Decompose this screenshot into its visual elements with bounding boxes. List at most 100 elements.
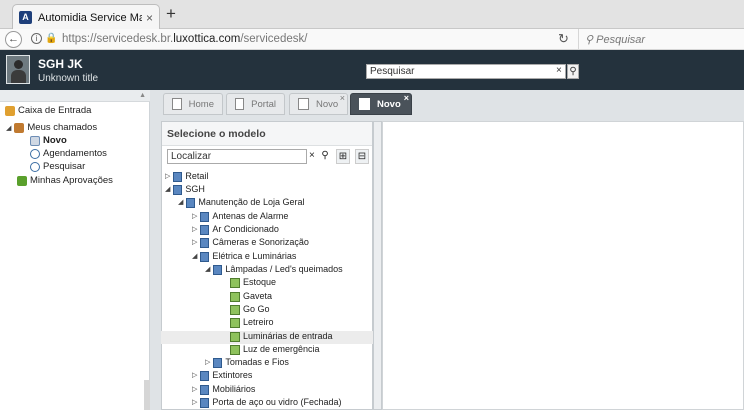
close-tab-icon[interactable]: × [340, 93, 345, 103]
user-icon [14, 122, 25, 133]
tree-node[interactable]: ▷ Antenas de Alarme [192, 210, 288, 223]
collapse-icon[interactable]: ◢ [178, 196, 183, 209]
folder-icon [200, 384, 210, 395]
tree-node[interactable]: ▷ Tomadas e Fios [205, 356, 289, 369]
url-prefix: https://servicedesk.br. [62, 33, 174, 45]
tree-node[interactable]: ◢ Manutenção de Loja Geral [178, 196, 304, 209]
expand-icon[interactable]: ▷ [192, 236, 197, 249]
sidebar-item-my-calls[interactable]: ◢ Meus chamados [6, 122, 97, 133]
template-icon [230, 344, 240, 355]
tree-node-label: Estoque [243, 277, 277, 287]
sidebar-item-search[interactable]: Pesquisar [30, 161, 85, 172]
document-icon [30, 135, 40, 146]
close-tab-icon[interactable]: × [404, 93, 409, 103]
expand-icon[interactable]: ▷ [192, 383, 197, 396]
tree-node[interactable]: ◢ Lâmpadas / Led's queimados [205, 263, 343, 276]
find-input[interactable]: Localizar [167, 149, 307, 164]
avatar[interactable] [6, 55, 30, 84]
folder-icon [213, 357, 223, 368]
collapse-icon[interactable]: ▲ [139, 92, 146, 99]
tab-novo-active[interactable]: Novo × [350, 93, 412, 115]
tree-node-label: Câmeras e Sonorização [212, 237, 309, 247]
tree-node-label: Go Go [243, 304, 270, 314]
tree-leaf[interactable]: Letreiro [230, 316, 274, 329]
clear-icon[interactable]: × [309, 150, 315, 161]
document-icon [359, 98, 370, 110]
folder-icon [173, 171, 183, 182]
user-title: Unknown title [38, 73, 99, 84]
expand-icon[interactable]: ◢ [6, 124, 11, 132]
collapse-icon[interactable]: ◢ [165, 183, 170, 196]
browser-tab-title: Automidia Service Manager [38, 11, 142, 24]
tree-node[interactable]: ▷ Mobiliários [192, 383, 255, 396]
tree-leaf[interactable]: Estoque [230, 276, 276, 289]
tree-node-label: Ar Condicionado [212, 224, 279, 234]
tree-node-label: Luz de emergência [243, 344, 320, 354]
tree-leaf[interactable]: Luz de emergência [230, 343, 320, 356]
expand-icon[interactable]: ▷ [192, 223, 197, 236]
tree-node-label: Lâmpadas / Led's queimados [225, 264, 343, 274]
expand-icon[interactable]: ▷ [192, 210, 197, 223]
browser-search-placeholder: Pesquisar [596, 34, 646, 46]
app-logo-icon: A [19, 11, 32, 24]
folder-icon [200, 237, 210, 248]
form-area [382, 121, 744, 410]
sidebar-item-label: Minhas Aprovações [30, 175, 113, 186]
tree-node[interactable]: ◢ SGH [165, 183, 205, 196]
divider [578, 29, 579, 50]
folder-icon [213, 264, 223, 275]
browser-tab-strip: A Automidia Service Manager × + [0, 0, 744, 30]
tree-node[interactable]: ▷ Retail [165, 170, 208, 183]
reload-icon[interactable]: ↻ [558, 31, 569, 47]
sidebar-item-label: Caixa de Entrada [18, 105, 92, 116]
tree-node-label: Porta de aço ou vidro (Fechada) [212, 397, 342, 407]
tree-leaf[interactable]: Gaveta [230, 290, 272, 303]
template-icon [230, 304, 240, 315]
back-icon[interactable]: ← [5, 31, 22, 48]
tree-node[interactable]: ▷ Câmeras e Sonorização [192, 236, 309, 249]
lock-icon[interactable]: 🔒 [45, 33, 57, 44]
url-domain: luxottica.com [173, 33, 241, 45]
document-icon [298, 98, 309, 110]
close-tab-icon[interactable]: × [146, 11, 153, 25]
header-search-input[interactable]: Pesquisar [366, 64, 566, 79]
expand-icon[interactable]: ▷ [165, 170, 170, 183]
sidebar-item-inbox[interactable]: Caixa de Entrada [5, 105, 91, 116]
expand-icon[interactable]: ▷ [192, 369, 197, 382]
search-icon[interactable]: ⚲ [567, 64, 579, 79]
tab-label: Novo [316, 98, 339, 110]
folder-icon [200, 397, 210, 408]
collapse-all-icon[interactable]: ⊟ [355, 149, 369, 164]
sidebar-item-new[interactable]: Novo [30, 135, 67, 146]
expand-icon[interactable]: ▷ [192, 396, 197, 409]
tree-leaf[interactable]: Luminárias de entrada [230, 330, 333, 343]
tree-node[interactable]: ◢ Elétrica e Luminárias [192, 250, 296, 263]
tree-node[interactable]: ▷ Extintores [192, 369, 252, 382]
url-field[interactable]: https://servicedesk.br.luxottica.com/ser… [62, 33, 307, 45]
tree-leaf[interactable]: Go Go [230, 303, 270, 316]
collapse-icon[interactable]: ◢ [192, 250, 197, 263]
collapse-icon[interactable]: ◢ [205, 263, 210, 276]
tab-home[interactable]: Home [163, 93, 223, 115]
tab-portal[interactable]: Portal [226, 93, 285, 115]
panel-scrollbar[interactable] [373, 121, 382, 410]
new-tab-button[interactable]: + [166, 5, 176, 22]
tree-node-label: Manutenção de Loja Geral [198, 197, 305, 207]
expand-all-icon[interactable]: ⊞ [336, 149, 350, 164]
tree-node[interactable]: ▷ Ar Condicionado [192, 223, 279, 236]
search-icon[interactable]: ⚲ [318, 149, 332, 164]
sidebar-item-approvals[interactable]: Minhas Aprovações [17, 175, 113, 186]
tab-label: Home [188, 98, 214, 110]
tab-novo-1[interactable]: Novo × [289, 93, 348, 115]
info-icon[interactable]: i [31, 33, 42, 44]
folder-icon [200, 224, 210, 235]
browser-tab[interactable]: A Automidia Service Manager × [12, 4, 160, 30]
tree-node-label: Elétrica e Luminárias [212, 251, 297, 261]
tree-node-label: Luminárias de entrada [243, 331, 333, 341]
expand-icon[interactable]: ▷ [205, 356, 210, 369]
browser-search-field[interactable]: ⚲ Pesquisar [585, 33, 645, 46]
tree-node-label: SGH [185, 184, 205, 194]
clear-icon[interactable]: × [556, 65, 562, 76]
sidebar-item-schedules[interactable]: Agendamentos [30, 148, 107, 159]
tree-node[interactable]: ▷ Porta de aço ou vidro (Fechada) [192, 396, 341, 409]
